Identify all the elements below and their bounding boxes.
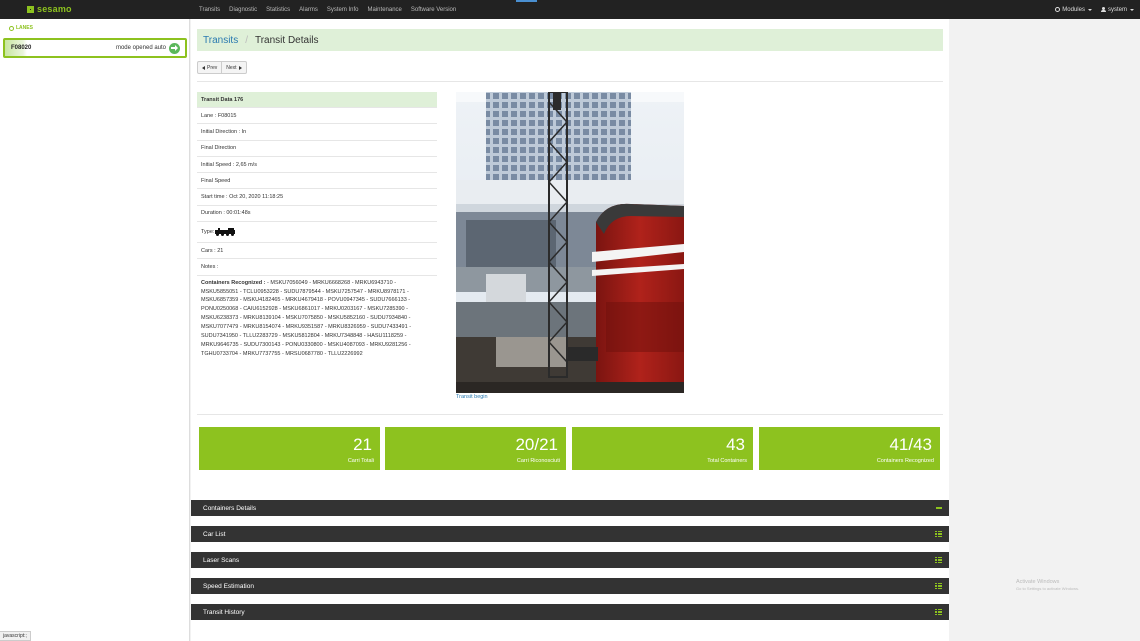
detail-final-speed: Final Speed — [197, 173, 437, 190]
user-icon — [1100, 7, 1106, 12]
lanes-title: LANES — [9, 25, 33, 31]
next-button[interactable]: Next — [222, 61, 247, 74]
modules-dropdown[interactable]: Modules — [1055, 7, 1092, 13]
transit-photo-image — [456, 92, 684, 393]
activate-windows-watermark: Activate Windows Go to Settings to activ… — [1016, 579, 1079, 591]
stat-label: Carri Totali — [347, 458, 374, 464]
divider — [197, 414, 943, 415]
main-content: Transits / Transit Details Prev Next Tra… — [191, 19, 949, 641]
detail-start-time: Start time : Oct 20, 2020 11:18:25 — [197, 189, 437, 206]
nav-item-transits[interactable]: Transits — [199, 7, 220, 13]
nav-item-software-version[interactable]: Software Version — [411, 7, 456, 13]
panel-title: Car List — [203, 530, 226, 538]
watermark-line1: Activate Windows — [1016, 579, 1060, 585]
divider — [197, 81, 943, 82]
detail-type-label: Type: — [201, 229, 215, 236]
panel-car-list[interactable]: Car List — [191, 526, 949, 542]
brand-logo[interactable]: sesamo — [27, 3, 72, 15]
watermark-line2: Go to Settings to activate Windows. — [1016, 586, 1080, 591]
nav-item-maintenance[interactable]: Maintenance — [368, 7, 402, 13]
breadcrumb: Transits / Transit Details — [197, 29, 943, 51]
stat-label: Total Containers — [707, 458, 747, 464]
nav-active-indicator — [516, 0, 537, 2]
lane-id: F08020 — [11, 45, 32, 51]
lanes-icon — [9, 25, 14, 31]
arrow-left-icon — [202, 65, 205, 70]
panel-title: Laser Scans — [203, 556, 240, 564]
locomotive-icon — [215, 228, 236, 237]
lanes-title-label: LANES — [16, 25, 33, 31]
nav-item-statistics[interactable]: Statistics — [266, 7, 290, 13]
containers-list: - MSKU7056049 - MRKU6668268 - MRKU694371… — [201, 279, 412, 357]
stat-value: 43 — [726, 435, 745, 454]
sesamo-logo-icon — [27, 5, 34, 13]
list-icon[interactable] — [935, 609, 942, 615]
breadcrumb-current: Transit Details — [254, 34, 319, 46]
detail-type: Type: — [197, 222, 437, 244]
brand-name: sesamo — [37, 4, 72, 14]
prev-button[interactable]: Prev — [197, 61, 223, 74]
transit-details-table: Transit Data 176 Lane : F08015 Initial D… — [197, 92, 437, 362]
detail-lane: Lane : F08015 — [197, 108, 437, 125]
lane-status-label: mode opened auto — [115, 45, 166, 51]
detail-duration: Duration : 00:01:48s — [197, 206, 437, 223]
caret-down-icon — [1087, 8, 1092, 11]
stat-card-containers-recognized: 41/43 Containers Recognized — [759, 427, 940, 470]
panel-title: Containers Details — [203, 504, 257, 512]
list-icon[interactable] — [935, 557, 942, 563]
pager: Prev Next — [197, 61, 247, 74]
containers-label: Containers Recognized : — [201, 279, 266, 286]
breadcrumb-separator: / — [245, 34, 248, 46]
sidebar: LANES F08020 mode opened auto — [0, 19, 190, 641]
panel-title: Transit History — [203, 608, 245, 616]
nav-item-alarms[interactable]: Alarms — [299, 7, 318, 13]
photo-caption[interactable]: Transit begin — [456, 394, 488, 400]
panel-transit-history[interactable]: Transit History — [191, 604, 949, 620]
stat-card-recognized-cars: 20/21 Carri Riconosciuti — [385, 427, 566, 470]
detail-notes: Notes : — [197, 259, 437, 276]
stat-value: 21 — [353, 435, 372, 454]
stat-card-total-containers: 43 Total Containers — [572, 427, 753, 470]
detail-final-direction: Final Direction — [197, 141, 437, 157]
panel-laser-scans[interactable]: Laser Scans — [191, 552, 949, 568]
detail-initial-direction: Initial Direction : In — [197, 124, 437, 141]
caret-down-icon — [1130, 8, 1134, 11]
browser-status-bar: javascript:; — [0, 631, 31, 641]
list-icon[interactable] — [935, 531, 942, 537]
nav-item-diagnostic[interactable]: Diagnostic — [229, 7, 257, 13]
nav-item-system-info[interactable]: System Info — [327, 7, 359, 13]
transit-photo[interactable] — [456, 92, 684, 393]
modules-label: Modules — [1062, 6, 1085, 13]
panel-containers-details[interactable]: Containers Details — [191, 500, 949, 516]
arrow-right-icon — [238, 65, 242, 70]
page-background-right — [949, 19, 1140, 641]
prev-label: Prev — [207, 64, 218, 71]
arrow-right-circle-icon[interactable] — [169, 42, 180, 54]
detail-initial-speed: Initial Speed : 2,65 m/s — [197, 157, 437, 174]
minus-icon[interactable] — [936, 507, 942, 509]
gear-icon — [1055, 7, 1061, 12]
stat-label: Containers Recognized — [876, 458, 934, 464]
panel-title: Speed Estimation — [203, 582, 254, 590]
next-label: Next — [226, 64, 237, 71]
lane-card[interactable]: F08020 mode opened auto — [3, 38, 187, 58]
stat-value: 20/21 — [515, 435, 558, 454]
breadcrumb-link-transits[interactable]: Transits — [203, 35, 238, 46]
detail-cars: Cars : 21 — [197, 243, 437, 260]
stat-value: 41/43 — [889, 435, 932, 454]
user-dropdown[interactable]: system — [1100, 6, 1134, 13]
transit-data-header: Transit Data 176 — [197, 92, 437, 108]
detail-containers: Containers Recognized : - MSKU7056049 - … — [197, 276, 437, 362]
lane-status: mode opened auto — [115, 42, 180, 54]
user-label: system — [1107, 6, 1127, 13]
stat-card-total-cars: 21 Carri Totali — [199, 427, 380, 470]
main-nav: Transits Diagnostic Statistics Alarms Sy… — [199, 0, 465, 19]
panel-speed-estimation[interactable]: Speed Estimation — [191, 578, 949, 594]
stat-label: Carri Riconosciuti — [516, 458, 560, 464]
list-icon[interactable] — [935, 583, 942, 589]
nav-right: Modules system — [1046, 0, 1134, 19]
top-navbar: sesamo Transits Diagnostic Statistics Al… — [0, 0, 1140, 19]
